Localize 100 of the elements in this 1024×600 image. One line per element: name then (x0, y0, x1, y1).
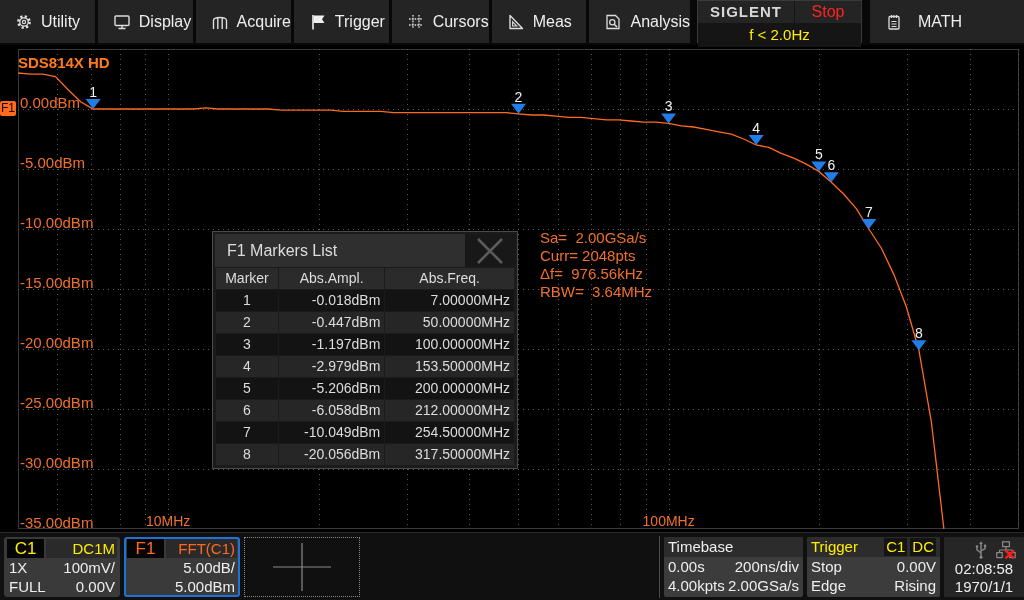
table-cell: 2 (216, 312, 278, 333)
marker-number: 6 (827, 157, 836, 174)
panel-title: Trigger (811, 536, 858, 557)
timebase-value: 0.00s (668, 556, 705, 576)
flag-icon (309, 13, 326, 30)
fft-parameter: Curr= 2048pts (540, 247, 637, 265)
channel-name: F1 (127, 538, 164, 558)
timebase-panel[interactable]: Timebase 0.00s 200ns/div 4.00kpts 2.00GSa/s (664, 536, 803, 597)
table-cell: 254.50000MHz (385, 422, 514, 443)
table-cell: 100.00000MHz (385, 334, 514, 355)
table-cell: -20.056dBm (278, 444, 385, 465)
column-header: Abs.Freq. (385, 268, 514, 289)
table-cell: 6 (216, 400, 278, 421)
marker-number: 5 (814, 146, 823, 163)
marker-number: 1 (89, 84, 97, 100)
channel-setting: DC1M (46, 538, 117, 558)
table-cell: -6.058dBm (278, 400, 385, 421)
menu-button[interactable]: Trigger (293, 0, 389, 43)
marker-icon (661, 113, 677, 124)
trigger-value: 0.00V (896, 556, 936, 576)
axis-label: -35.00dBm (20, 514, 94, 531)
monitor-icon (113, 13, 130, 30)
close-icon (476, 236, 504, 265)
axis-label: -25.00dBm (20, 394, 94, 411)
marker-number: 3 (664, 98, 673, 115)
grid-icon (407, 13, 424, 30)
trigger-value: Stop (811, 556, 842, 576)
table-cell: 50.00000MHz (385, 312, 514, 333)
axis-label: 100MHz (642, 513, 695, 529)
axis-label: -30.00dBm (20, 454, 94, 471)
axis-label: 0.00dBm (20, 94, 81, 111)
marker-number: 4 (752, 120, 761, 136)
marker-icon (811, 161, 827, 172)
model-name: SDS814X HD (18, 54, 110, 71)
plus-icon (273, 542, 331, 591)
table-cell: -1.197dBm (278, 334, 385, 355)
axis-label: -15.00dBm (20, 274, 94, 291)
clock-time: 02:08:58 (954, 559, 1014, 578)
marker-icon (511, 103, 526, 114)
axis-label: -5.00dBm (20, 154, 86, 171)
math-button[interactable]: MATH (870, 0, 1024, 43)
column-header: Abs.Ampl. (278, 268, 385, 289)
notepad-icon (886, 13, 902, 30)
table-cell: 4 (216, 356, 278, 377)
menu-button[interactable]: Display (97, 0, 193, 43)
table-cell: 317.50000MHz (385, 444, 514, 465)
trigger-source: C1 (884, 537, 908, 556)
axis-label: -20.00dBm (20, 334, 94, 351)
channel-name: C1 (7, 538, 44, 558)
table-cell: -10.049dBm (278, 422, 385, 443)
timebase-value: 4.00kpts (668, 575, 725, 595)
channel-panel[interactable]: C1 DC1M 1X 100mV/ FULL 0.00V (4, 536, 120, 597)
table-cell: 212.00000MHz (385, 400, 514, 421)
channel-value: 0.00V (75, 576, 115, 596)
axis-label: 10MHz (145, 513, 191, 529)
channel-panel[interactable]: F1 FFT(C1) 5.00dB/ 5.00dBm (124, 536, 240, 597)
axis-label: -10.00dBm (20, 214, 94, 231)
run-state: Stop (795, 1, 861, 23)
fft-parameter: Δf= 976.56kHz (540, 265, 644, 283)
table-cell: 200.00000MHz (385, 378, 514, 399)
channel-value: 5.00dBm (174, 576, 235, 596)
channel-value: FULL (9, 576, 46, 596)
magnifier-icon (605, 13, 622, 30)
table-cell: -5.206dBm (278, 378, 385, 399)
trigger-value: Rising (894, 575, 936, 595)
table-cell: 3 (216, 334, 278, 355)
table-cell: 7 (216, 422, 278, 443)
gear-icon (16, 13, 32, 30)
column-header: Marker (216, 268, 278, 289)
table-cell: 153.50000MHz (385, 356, 514, 377)
marker-icon (85, 99, 101, 109)
panel-title: Timebase (668, 536, 734, 557)
marker-icon (748, 135, 764, 145)
table-cell: 1 (216, 290, 278, 311)
timebase-value: 200ns/div (734, 556, 799, 576)
menu-button[interactable]: Analysis (589, 0, 691, 43)
channel-setting: FFT(C1) (166, 538, 237, 558)
trace-tag: F1 (0, 101, 16, 116)
trigger-coupling: DC (910, 537, 936, 556)
table-cell: -0.018dBm (278, 290, 385, 311)
trigger-panel[interactable]: Trigger C1 DC Stop 0.00V Edge Rising (807, 536, 940, 597)
table-cell: 8 (216, 444, 278, 465)
menu-button[interactable]: Acquire (195, 0, 291, 43)
marker-icon (823, 172, 839, 183)
marker-icon (861, 219, 877, 229)
table-cell: 5 (216, 378, 278, 399)
add-channel-slot[interactable] (244, 536, 360, 597)
menu-button[interactable]: Meas (491, 0, 587, 43)
clock-date: 1970/1/1 (954, 577, 1014, 596)
channel-value: 5.00dB/ (183, 557, 235, 577)
marker-number: 7 (864, 204, 873, 220)
menu-button[interactable]: Cursors (391, 0, 489, 43)
fft-parameter: Sa= 2.00GSa/s (540, 229, 648, 247)
fft-parameter: RBW= 3.64MHz (540, 283, 653, 301)
menu-button[interactable]: Utility (0, 0, 95, 43)
channel-value: 100mV/ (63, 557, 115, 577)
marker-number: 8 (915, 325, 923, 342)
channel-value: 1X (9, 557, 28, 577)
close-button[interactable] (465, 234, 515, 267)
usb-icon (974, 540, 987, 559)
